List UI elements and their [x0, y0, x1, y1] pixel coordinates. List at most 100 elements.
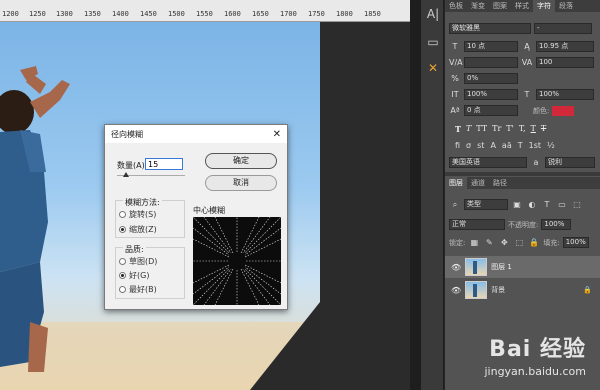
discretionary-button[interactable]: 1st — [529, 141, 541, 150]
layers-panel-tabs: 图层 通道 路径 — [445, 177, 600, 189]
language-select[interactable]: 美国英语 — [449, 157, 527, 168]
lock-position-icon[interactable]: ✥ — [498, 238, 510, 247]
old-style-button[interactable]: σ — [466, 141, 471, 150]
blur-center-preview[interactable] — [193, 217, 281, 305]
layer-filter-select[interactable]: 类型 — [464, 199, 508, 210]
lock-artboard-icon[interactable]: ⬚ — [513, 238, 525, 247]
radio-good-label: 好(G) — [129, 271, 150, 280]
watermark-url: jingyan.baidu.com — [484, 365, 586, 378]
ruler-tick: 1450 — [140, 10, 157, 18]
radio-spin[interactable]: 旋转(S) — [119, 209, 156, 220]
adjustment-filter-icon[interactable]: ◐ — [526, 200, 538, 209]
kerning-row: V/A VA 100 — [449, 56, 594, 69]
small-caps-button[interactable]: Tr — [492, 124, 501, 134]
lock-row: 锁定: ▦ ✎ ✥ ⬚ 🔒 填充: 100% — [449, 236, 589, 249]
text-color-swatch[interactable] — [552, 105, 575, 116]
amount-input[interactable] — [145, 158, 183, 170]
radio-dot — [119, 286, 126, 293]
vertical-scale-field[interactable]: 100% — [464, 89, 518, 100]
dialog-titlebar: 径向模糊 ✕ — [105, 125, 287, 143]
baseline-shift-field[interactable]: 0 点 — [464, 105, 518, 116]
strikethrough-button[interactable]: T — [541, 124, 546, 134]
tab-layers[interactable]: 图层 — [445, 177, 467, 189]
tab-channels[interactable]: 通道 — [467, 177, 489, 189]
ruler-tick: 1250 — [29, 10, 46, 18]
tab-styles[interactable]: 样式 — [511, 0, 533, 12]
close-icon[interactable]: ✕ — [273, 129, 281, 140]
radio-dot — [119, 211, 126, 218]
character-panel-tabs: 色板 渐变 图案 样式 字符 段落 — [445, 0, 600, 12]
radio-draft[interactable]: 草图(D) — [119, 256, 157, 267]
fill-field[interactable]: 100% — [562, 237, 589, 248]
layer-item-background[interactable]: 👁 背景 🔒 — [445, 279, 600, 301]
layer-name: 图层 1 — [491, 263, 512, 271]
tracking-field[interactable]: 100 — [536, 57, 594, 68]
radial-blur-dialog: 径向模糊 ✕ 数量(A) 确定 取消 模糊方法: 旋转(S) 缩放(Z) 品质:… — [104, 124, 288, 310]
faux-bold-button[interactable]: T — [455, 124, 461, 134]
layer-item-layer1[interactable]: 👁 图层 1 — [445, 256, 600, 278]
ok-button[interactable]: 确定 — [205, 153, 277, 169]
font-size-icon: T — [452, 42, 458, 51]
underline-button[interactable]: T — [531, 124, 536, 134]
tab-patterns[interactable]: 图案 — [489, 0, 511, 12]
lock-transparent-icon[interactable]: ▦ — [468, 238, 480, 247]
vh-scale-row: IT 100% T 100% — [449, 88, 594, 101]
all-caps-button[interactable]: TT — [476, 124, 487, 134]
cancel-button[interactable]: 取消 — [205, 175, 277, 191]
amount-slider-thumb[interactable] — [123, 172, 129, 177]
superscript-button[interactable]: T' — [506, 124, 514, 134]
eye-icon[interactable]: 👁 — [451, 263, 461, 272]
leading-field[interactable]: 10.95 点 — [536, 41, 594, 52]
subscript-button[interactable]: T, — [519, 124, 526, 134]
opacity-field[interactable]: 100% — [541, 219, 572, 230]
tab-paragraph[interactable]: 段落 — [555, 0, 577, 12]
radio-good[interactable]: 好(G) — [119, 270, 149, 281]
kerning-field[interactable] — [464, 57, 518, 68]
fractions-button[interactable]: ½ — [547, 141, 555, 150]
tab-paths[interactable]: 路径 — [489, 177, 511, 189]
tab-gradients[interactable]: 渐变 — [467, 0, 489, 12]
layer-name: 背景 — [491, 286, 506, 294]
radio-zoom-label: 缩放(Z) — [129, 225, 157, 234]
character-icon[interactable]: A| — [425, 6, 441, 22]
tab-character[interactable]: 字符 — [533, 0, 555, 12]
titling-button[interactable]: A — [490, 141, 495, 150]
baidu-jingyan-watermark: Bai 经验 jingyan.baidu.com — [484, 331, 586, 378]
panel-divider — [410, 0, 420, 390]
shape-filter-icon[interactable]: ▭ — [556, 200, 568, 209]
ruler-tick: 1850 — [364, 10, 381, 18]
baseline-shift-icon: Aª — [450, 106, 460, 115]
antialias-select[interactable]: 锐利 — [545, 157, 595, 168]
swash-button[interactable]: T — [518, 141, 523, 150]
faux-italic-button[interactable]: T — [466, 124, 471, 134]
radio-best[interactable]: 最好(B) — [119, 284, 157, 295]
ruler-tick: 1750 — [308, 10, 325, 18]
font-size-field[interactable]: 10 点 — [464, 41, 518, 52]
smart-object-filter-icon[interactable]: ⬚ — [571, 200, 583, 209]
thumbnail-figure — [473, 261, 478, 274]
lock-label: 锁定: — [449, 238, 466, 247]
font-style-select[interactable]: - — [534, 23, 592, 34]
zoom-rays-preview — [193, 217, 281, 305]
ordinals-button[interactable]: aā — [502, 141, 512, 150]
lock-image-icon[interactable]: ✎ — [483, 238, 495, 247]
stylistic-alternates-button[interactable]: st — [477, 141, 484, 150]
proportional-spacing-field[interactable]: 0% — [464, 73, 518, 84]
antialias-icon: a — [533, 158, 539, 167]
radio-zoom[interactable]: 缩放(Z) — [119, 224, 157, 235]
blend-mode-select[interactable]: 正常 — [449, 219, 505, 230]
tools-icon[interactable]: ✕ — [425, 60, 441, 76]
ligature-button[interactable]: fi — [455, 141, 460, 150]
proportional-spacing-icon: % — [451, 74, 459, 83]
type-filter-icon[interactable]: T — [541, 200, 553, 209]
layer-comps-icon[interactable]: ▭ — [425, 34, 441, 50]
lock-all-icon[interactable]: 🔒 — [528, 238, 540, 247]
horizontal-scale-field[interactable]: 100% — [536, 89, 594, 100]
font-family-select[interactable]: 微软雅黑 — [449, 23, 531, 34]
size-row: T 10 点 Ą 10.95 点 — [449, 40, 594, 53]
lock-icon: 🔒 — [583, 286, 592, 294]
ruler-tick: 1800 — [336, 10, 353, 18]
tab-swatches[interactable]: 色板 — [445, 0, 467, 12]
pixel-filter-icon[interactable]: ▣ — [511, 200, 523, 209]
eye-icon[interactable]: 👁 — [451, 286, 461, 295]
